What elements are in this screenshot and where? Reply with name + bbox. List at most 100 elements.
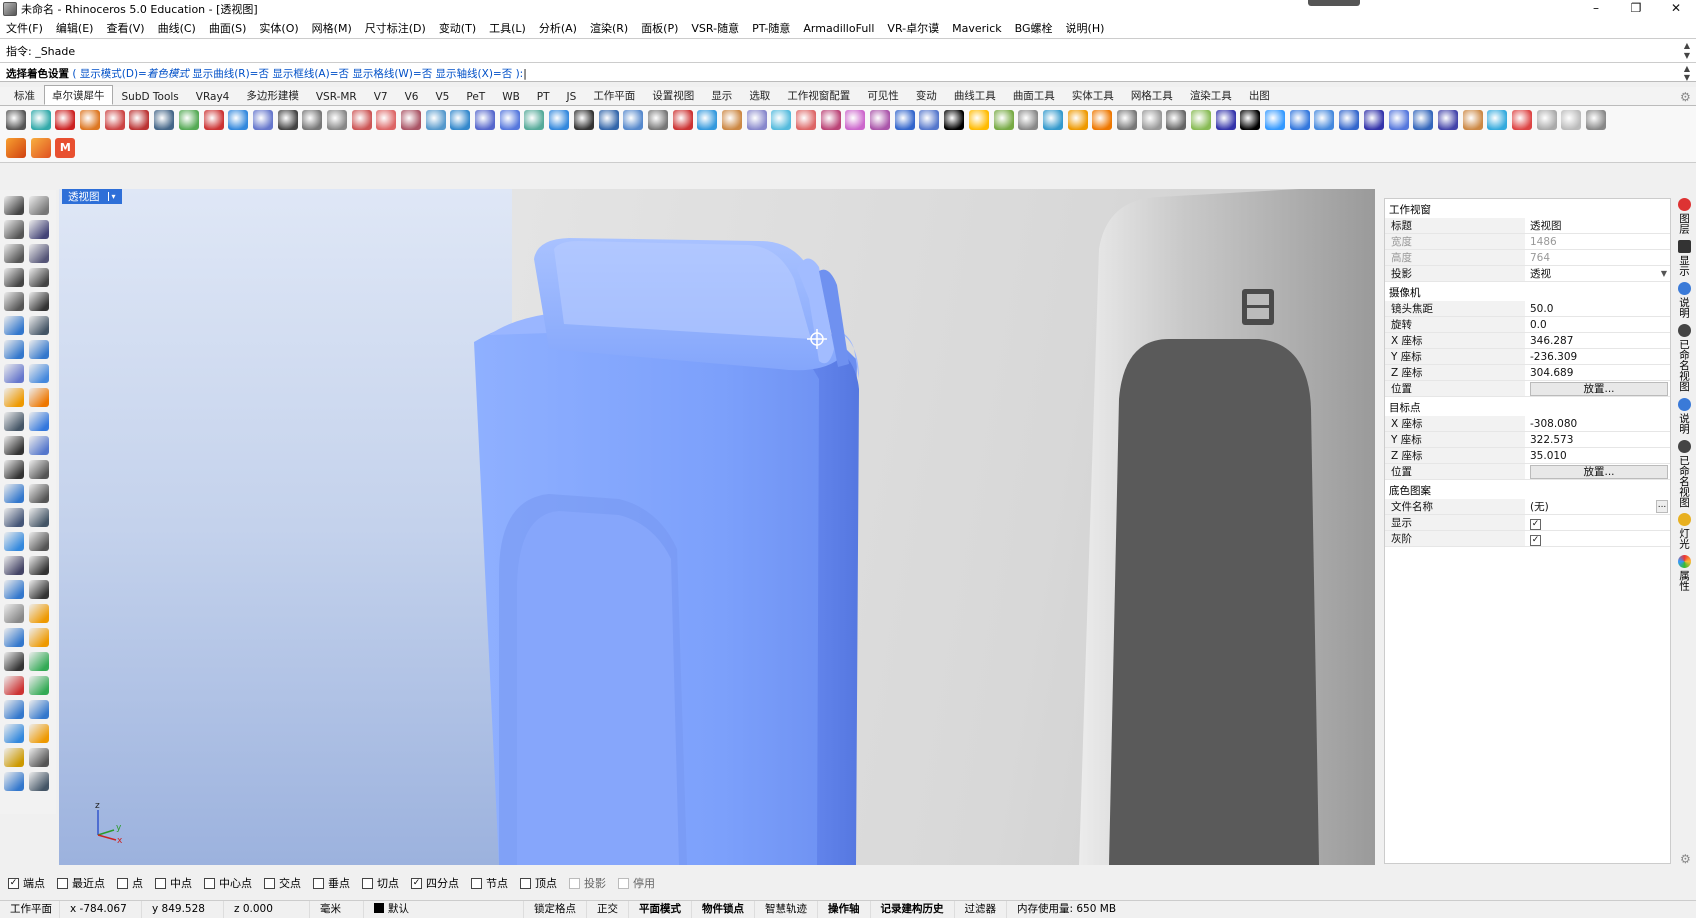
- ellipse-icon[interactable]: [29, 244, 49, 263]
- tab-v7[interactable]: V7: [366, 88, 396, 105]
- osnap-7[interactable]: 切点: [362, 875, 399, 891]
- osnap-checkbox[interactable]: [117, 877, 128, 889]
- flip-icon[interactable]: [894, 109, 915, 130]
- box-icon[interactable]: [4, 340, 24, 359]
- mail-icon[interactable]: M: [55, 137, 76, 158]
- osnap-checkbox[interactable]: [471, 877, 482, 889]
- shield-icon[interactable]: [1536, 109, 1557, 130]
- tab-transform[interactable]: 变动: [908, 85, 945, 105]
- spiral-icon[interactable]: [870, 109, 891, 130]
- ruler-icon[interactable]: [129, 109, 150, 130]
- tab-pet[interactable]: PeT: [458, 88, 493, 105]
- send-plane-alt-icon[interactable]: [30, 137, 51, 158]
- prop-target-x-field[interactable]: -308.080: [1525, 416, 1670, 432]
- osnap-checkbox[interactable]: [204, 877, 215, 889]
- cube-edit-icon[interactable]: [721, 109, 742, 130]
- menu-curve[interactable]: 曲线(C): [158, 20, 196, 36]
- network-icon[interactable]: [993, 109, 1014, 130]
- tab-pt[interactable]: PT: [529, 88, 558, 105]
- puzzle-icon[interactable]: [1191, 109, 1211, 130]
- prompt-options[interactable]: 显示曲线(R)=否 显示框线(A)=否 显示格线(W)=否 显示轴线(X)=否 …: [189, 68, 523, 80]
- shade-icon[interactable]: [29, 604, 49, 623]
- sweep-icon[interactable]: [29, 316, 49, 335]
- osnap-11[interactable]: 投影: [569, 875, 606, 891]
- tab-zrm-rhino[interactable]: 卓尔谟犀牛: [44, 85, 113, 105]
- tab-vsr-mr[interactable]: VSR-MR: [308, 88, 365, 105]
- tab-polygon[interactable]: 多边形建模: [238, 85, 307, 105]
- tab-mesh-tools[interactable]: 网格工具: [1123, 85, 1181, 105]
- grid-red-icon[interactable]: [104, 109, 125, 130]
- tab-subd-tools[interactable]: SubD Tools: [114, 88, 187, 105]
- prop-title-field[interactable]: 透视图: [1525, 218, 1670, 234]
- panel-tab-help-2[interactable]: 说明: [1674, 397, 1694, 434]
- status-gumball[interactable]: 操作轴: [818, 900, 871, 918]
- tab-select[interactable]: 选取: [741, 85, 778, 105]
- tab-vray4[interactable]: VRay4: [188, 88, 238, 105]
- close-button[interactable]: ✕: [1656, 0, 1696, 18]
- osnap-checkbox[interactable]: [57, 877, 68, 889]
- loop-icon[interactable]: [425, 109, 446, 130]
- globe-icon[interactable]: [1265, 109, 1286, 130]
- panel-tab-named-views[interactable]: 已命名视图: [1674, 324, 1694, 392]
- material-icon[interactable]: [1487, 109, 1508, 130]
- extend-icon[interactable]: [4, 412, 24, 431]
- bend-icon[interactable]: [845, 109, 866, 130]
- grayscale-checkbox[interactable]: ✓: [1530, 535, 1541, 546]
- point-icon[interactable]: [29, 196, 49, 215]
- osnap-12[interactable]: 停用: [618, 875, 655, 891]
- osnap-10[interactable]: 顶点: [520, 875, 557, 891]
- menu-vr[interactable]: VR-卓尔谟: [887, 20, 939, 36]
- join-icon[interactable]: [29, 436, 49, 455]
- history-scroll-down[interactable]: ▼: [1684, 51, 1690, 60]
- send-plane-icon[interactable]: [6, 137, 26, 158]
- panel-tab-named-views-2[interactable]: 已命名视图: [1674, 439, 1694, 507]
- tab-standard[interactable]: 标准: [6, 85, 43, 105]
- osnap-6[interactable]: 垂点: [313, 875, 350, 891]
- panel-settings-icon[interactable]: ⚙: [1680, 852, 1691, 866]
- surface-corner-icon[interactable]: [4, 316, 24, 335]
- gumball-icon[interactable]: [4, 652, 24, 671]
- prop-lens-field[interactable]: 50.0: [1525, 301, 1670, 317]
- circle-icon[interactable]: [401, 109, 421, 130]
- arrow-icon[interactable]: [499, 109, 520, 130]
- render-sphere-icon[interactable]: [4, 700, 24, 719]
- menu-maverick[interactable]: Maverick: [952, 22, 1002, 35]
- prop-target-y-field[interactable]: 322.573: [1525, 432, 1670, 448]
- sphere-pair-icon[interactable]: [29, 340, 49, 359]
- tab-display[interactable]: 显示: [703, 85, 740, 105]
- person-icon[interactable]: [919, 109, 940, 130]
- prop-rotation-field[interactable]: 0.0: [1525, 317, 1670, 333]
- explode-icon[interactable]: [29, 388, 49, 407]
- polygon-icon[interactable]: [746, 109, 767, 130]
- array-icon[interactable]: [4, 508, 24, 527]
- prop-filename-field[interactable]: (无)...: [1525, 499, 1670, 515]
- osnap-4[interactable]: 中心点: [204, 875, 252, 891]
- camera-place-button[interactable]: 放置...: [1530, 382, 1668, 396]
- status-osnap[interactable]: 物件锁点: [692, 900, 755, 918]
- transform-icon[interactable]: [697, 109, 718, 130]
- tab-v5[interactable]: V5: [427, 88, 457, 105]
- circle-icon[interactable]: [4, 244, 24, 263]
- sphere-grid-icon[interactable]: [1561, 109, 1582, 130]
- prop-target-z-field[interactable]: 35.010: [1525, 448, 1670, 464]
- fillet-curve-icon[interactable]: [4, 460, 24, 479]
- scissors-icon[interactable]: [203, 109, 224, 130]
- window-icon[interactable]: [1339, 109, 1360, 130]
- points-icon[interactable]: [549, 109, 570, 130]
- pencil-icon[interactable]: [1067, 109, 1088, 130]
- prompt-scroll-down[interactable]: ▼: [1684, 73, 1690, 81]
- menu-pt[interactable]: PT-随意: [752, 20, 790, 36]
- show-wallpaper-checkbox[interactable]: ✓: [1530, 519, 1541, 530]
- square-fill-icon[interactable]: [968, 109, 989, 130]
- tab-v6[interactable]: V6: [397, 88, 427, 105]
- paint-icon[interactable]: [647, 109, 668, 130]
- history-scroll-up[interactable]: ▲: [1684, 41, 1690, 50]
- material-edit-icon[interactable]: [29, 700, 49, 719]
- prompt-open[interactable]: ( 显示模式(D)=: [69, 68, 147, 80]
- osnap-checkbox[interactable]: [155, 877, 166, 889]
- prop-camera-z-field[interactable]: 304.689: [1525, 365, 1670, 381]
- menu-file[interactable]: 文件(F): [6, 20, 43, 36]
- square-icon[interactable]: [351, 109, 372, 130]
- check-icon[interactable]: [29, 580, 49, 599]
- cursor-icon[interactable]: [672, 109, 693, 130]
